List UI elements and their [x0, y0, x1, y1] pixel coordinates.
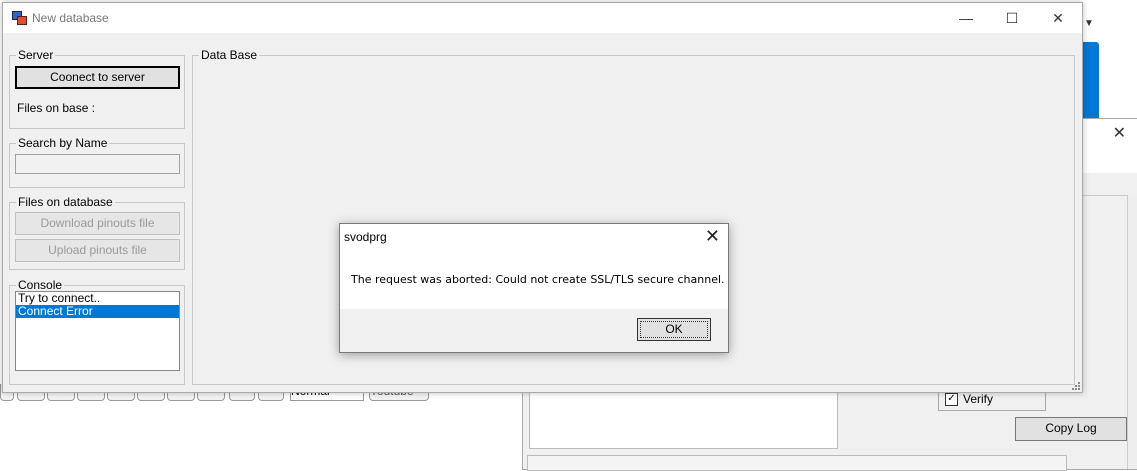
minimize-button[interactable]: —: [943, 3, 989, 33]
window-title: New database: [32, 11, 109, 25]
background-close-icon[interactable]: ✕: [1113, 123, 1126, 143]
download-pinouts-button[interactable]: Download pinouts file: [15, 212, 180, 235]
maximize-icon: ☐: [1005, 10, 1019, 26]
background-log-area[interactable]: [529, 391, 838, 449]
ok-button[interactable]: OK: [637, 318, 711, 341]
search-group-legend: Search by Name: [18, 136, 108, 150]
console-group-legend: Console: [18, 278, 63, 292]
close-icon: ✕: [1052, 10, 1064, 26]
connect-to-server-button[interactable]: Coonect to server: [15, 66, 180, 89]
verify-checkbox[interactable]: ✓: [945, 393, 958, 406]
files-on-base-label: Files on base :: [17, 101, 96, 115]
error-dialog: svodprg ✕ The request was aborted: Could…: [339, 223, 729, 353]
copy-log-button[interactable]: Copy Log: [1015, 417, 1127, 441]
maximize-button[interactable]: ☐: [989, 3, 1035, 33]
dialog-close-icon[interactable]: ✕: [705, 226, 720, 247]
dialog-message: The request was aborted: Could not creat…: [351, 273, 725, 286]
verify-label: Verify: [963, 392, 994, 406]
minimize-icon: —: [959, 10, 973, 26]
background-scrollbar[interactable]: [1127, 195, 1137, 469]
server-group-legend: Server: [18, 48, 54, 62]
titlebar: New database — ☐ ✕: [3, 3, 1082, 33]
resize-grip-icon[interactable]: [1070, 380, 1080, 390]
upload-pinouts-button[interactable]: Upload pinouts file: [15, 239, 180, 262]
console-listbox[interactable]: Try to connect.. Connect Error: [15, 291, 180, 371]
background-status-bar: [527, 455, 1067, 471]
dropdown-arrow-icon[interactable]: ▼: [1084, 18, 1094, 29]
database-group-legend: Data Base: [201, 48, 258, 62]
app-icon: [12, 11, 27, 25]
files-group-legend: Files on database: [18, 195, 113, 209]
close-button[interactable]: ✕: [1035, 3, 1081, 33]
console-item-selected[interactable]: Connect Error: [16, 305, 179, 318]
search-input[interactable]: [15, 154, 180, 174]
dialog-title: svodprg: [344, 230, 387, 244]
